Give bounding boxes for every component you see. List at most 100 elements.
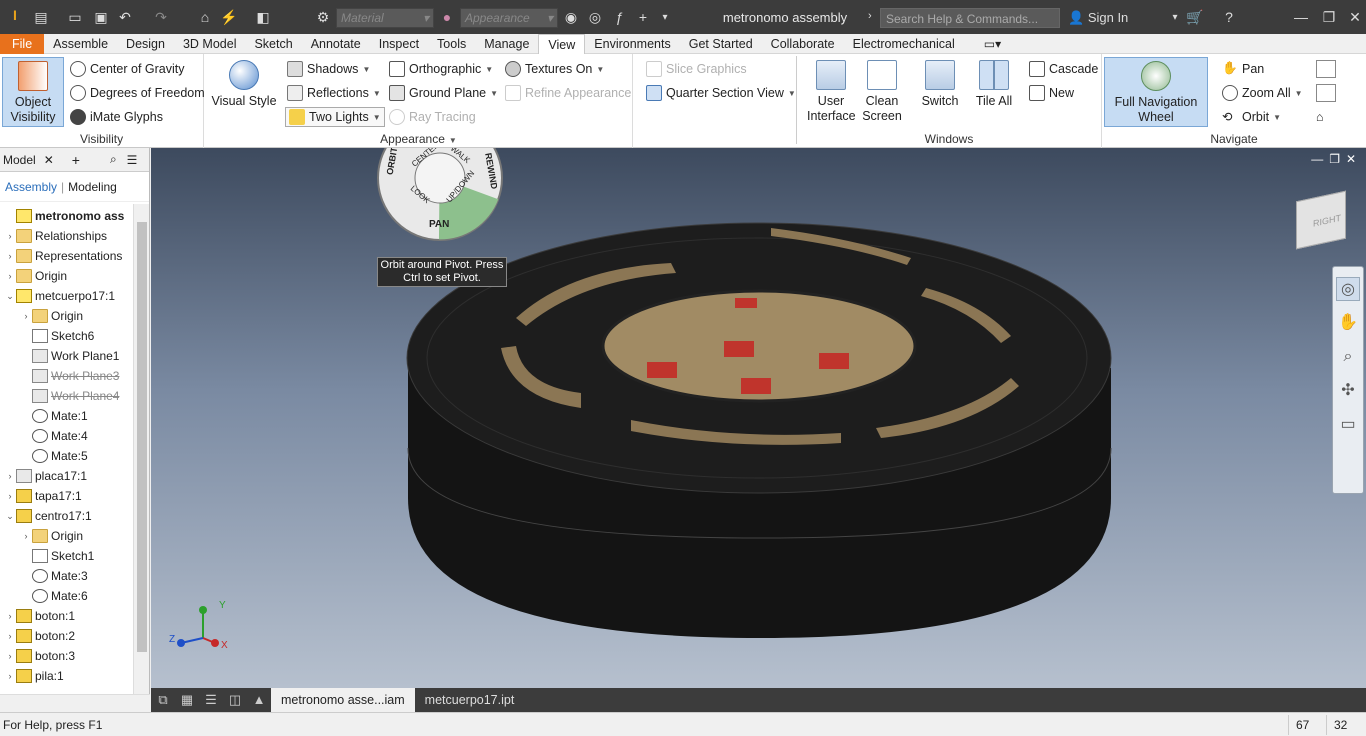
graphics-viewport[interactable]: ORBIT CENTER WALK REWIND LOOK UP/DOWN PA… bbox=[151, 148, 1366, 688]
switch-button[interactable]: Switch bbox=[917, 60, 963, 109]
settings-icon[interactable]: ⚙ bbox=[312, 6, 334, 28]
tab-view[interactable]: View bbox=[538, 33, 586, 54]
previous-view-button[interactable] bbox=[1316, 84, 1336, 102]
tree-node[interactable]: › Origin bbox=[20, 526, 83, 546]
redo-icon[interactable]: ↷ bbox=[150, 6, 172, 28]
new-window-button[interactable]: New bbox=[1029, 85, 1074, 101]
center-of-gravity-button[interactable]: Center of Gravity bbox=[70, 61, 184, 77]
tree-node[interactable]: Work Plane4 bbox=[20, 386, 119, 406]
expand-chevron-icon[interactable]: › bbox=[4, 491, 16, 501]
chevron-right-icon[interactable]: › bbox=[868, 10, 872, 22]
cascade-button[interactable]: Cascade bbox=[1029, 61, 1098, 77]
open-icon[interactable]: ▭ bbox=[64, 6, 86, 28]
two-lights-combo[interactable]: Two Lights ▼ bbox=[285, 107, 385, 127]
tab-environments[interactable]: Environments bbox=[585, 34, 679, 54]
zoom-all-button[interactable]: Zoom All ▼ bbox=[1222, 85, 1303, 101]
expand-chevron-icon[interactable]: › bbox=[4, 271, 16, 281]
browser-hscrollbar[interactable] bbox=[0, 694, 150, 712]
full-navigation-wheel-button[interactable]: Full Navigation Wheel bbox=[1104, 57, 1208, 127]
expand-chevron-icon[interactable]: › bbox=[4, 671, 16, 681]
tab-get-started[interactable]: Get Started bbox=[680, 34, 762, 54]
tree-node[interactable]: Mate:5 bbox=[20, 446, 88, 466]
expand-chevron-icon[interactable]: › bbox=[4, 471, 16, 481]
tab-manage[interactable]: Manage bbox=[475, 34, 538, 54]
material-combo[interactable]: Material ▾ bbox=[336, 8, 434, 28]
appearance-panel-label[interactable]: Appearance ▼ bbox=[205, 132, 632, 146]
zoom-icon[interactable]: ⌕ bbox=[1336, 345, 1360, 369]
tab-tools[interactable]: Tools bbox=[428, 34, 475, 54]
model-tab[interactable]: Model bbox=[3, 153, 36, 167]
save-icon[interactable]: ▣ bbox=[90, 6, 112, 28]
adjust-icon[interactable]: ◉ bbox=[560, 6, 582, 28]
tile-all-button[interactable]: Tile All bbox=[971, 60, 1017, 109]
object-visibility-button[interactable]: Object Visibility bbox=[2, 57, 64, 127]
tab-file[interactable]: File bbox=[0, 33, 45, 54]
reflections-button[interactable]: Reflections ▼ bbox=[287, 85, 381, 101]
tree-node[interactable]: Mate:4 bbox=[20, 426, 88, 446]
tab-3d-model[interactable]: 3D Model bbox=[174, 34, 246, 54]
pan-hand-icon[interactable]: ✋ bbox=[1336, 311, 1360, 335]
expand-chevron-icon[interactable]: › bbox=[4, 611, 16, 621]
viewport-window-controls[interactable]: —❐✕ bbox=[1311, 152, 1362, 166]
tree-node[interactable]: › boton:3 bbox=[4, 646, 75, 666]
minimize-icon[interactable]: — bbox=[1290, 6, 1312, 28]
cart-icon[interactable]: 🛒 bbox=[1184, 6, 1206, 28]
tab-electromechanical[interactable]: Electromechanical bbox=[844, 34, 964, 54]
pan-button[interactable]: ✋ Pan bbox=[1222, 61, 1264, 77]
browser-scrollbar[interactable] bbox=[133, 204, 149, 694]
tree-node[interactable]: metronomo ass bbox=[4, 206, 124, 226]
tree-node[interactable]: › boton:2 bbox=[4, 626, 75, 646]
new-icon[interactable]: ▤ bbox=[30, 6, 52, 28]
sign-in-button[interactable]: 👤 Sign In bbox=[1068, 10, 1128, 26]
tile-view-icon[interactable]: ▦ bbox=[175, 688, 199, 712]
cascade-view-icon[interactable]: ⧉ bbox=[151, 688, 175, 712]
customize-icon[interactable]: ▾ bbox=[654, 6, 676, 28]
tree-node[interactable]: › Relationships bbox=[4, 226, 107, 246]
tree-node[interactable]: › pila:1 bbox=[4, 666, 64, 686]
ribbon-options-icon[interactable]: ▭▾ bbox=[984, 37, 1001, 51]
tree-node[interactable]: Sketch1 bbox=[20, 546, 94, 566]
tile-horizontal-icon[interactable]: ☰ bbox=[199, 688, 223, 712]
restore-icon[interactable]: ❐ bbox=[1318, 6, 1340, 28]
look-at-icon[interactable]: ▭ bbox=[1336, 413, 1360, 437]
modeling-tab[interactable]: Modeling bbox=[68, 180, 117, 194]
expand-chevron-icon[interactable]: › bbox=[20, 311, 32, 321]
undo-icon[interactable]: ↶ bbox=[114, 6, 136, 28]
expand-chevron-icon[interactable]: › bbox=[4, 631, 16, 641]
tree-node[interactable]: › tapa17:1 bbox=[4, 486, 82, 506]
home-icon[interactable]: ⌂ bbox=[194, 6, 216, 28]
open-documents-icon[interactable]: ▲ bbox=[247, 688, 271, 712]
ground-plane-button[interactable]: Ground Plane ▼ bbox=[389, 85, 498, 101]
update-icon[interactable]: ⚡ bbox=[218, 6, 240, 28]
search-icon[interactable]: ⌕ bbox=[110, 152, 117, 167]
tab-collaborate[interactable]: Collaborate bbox=[762, 34, 844, 54]
expand-chevron-icon[interactable]: › bbox=[4, 651, 16, 661]
expand-chevron-icon[interactable]: › bbox=[4, 251, 16, 261]
search-input[interactable]: Search Help & Commands... bbox=[880, 8, 1060, 28]
tree-node[interactable]: › Origin bbox=[4, 266, 67, 286]
navigation-wheel[interactable] bbox=[377, 148, 503, 254]
tab-design[interactable]: Design bbox=[117, 34, 174, 54]
select-icon[interactable]: ◧ bbox=[252, 6, 274, 28]
scrollbar-thumb[interactable] bbox=[137, 222, 147, 652]
help-icon[interactable]: ? bbox=[1218, 6, 1240, 28]
shadows-button[interactable]: Shadows ▼ bbox=[287, 61, 370, 77]
view-face-button[interactable] bbox=[1316, 60, 1336, 78]
tab-sketch[interactable]: Sketch bbox=[245, 34, 301, 54]
orbit-button[interactable]: ⟲ Orbit ▼ bbox=[1222, 109, 1281, 125]
fx-icon[interactable]: ƒ bbox=[608, 6, 630, 28]
steering-wheel-icon[interactable]: ◎ bbox=[1336, 277, 1360, 301]
menu-icon[interactable]: ☰ bbox=[127, 153, 138, 167]
tab-annotate[interactable]: Annotate bbox=[302, 34, 370, 54]
refine-appearance-button[interactable]: Refine Appearance bbox=[505, 85, 631, 101]
textures-on-button[interactable]: Textures On ▼ bbox=[505, 61, 604, 77]
tree-node[interactable]: Work Plane1 bbox=[20, 346, 119, 366]
chevron-down-icon[interactable]: ▾ bbox=[1164, 6, 1186, 28]
tree-node[interactable]: ⌄ metcuerpo17:1 bbox=[4, 286, 115, 306]
tree-node[interactable]: › Origin bbox=[20, 306, 83, 326]
quarter-section-view-button[interactable]: Quarter Section View ▼ bbox=[646, 85, 796, 101]
clean-screen-button[interactable]: Clean Screen bbox=[859, 60, 905, 124]
degrees-of-freedom-button[interactable]: Degrees of Freedom bbox=[70, 85, 205, 101]
expand-chevron-icon[interactable]: ⌄ bbox=[4, 291, 16, 302]
imate-glyphs-button[interactable]: iMate Glyphs bbox=[70, 109, 163, 125]
